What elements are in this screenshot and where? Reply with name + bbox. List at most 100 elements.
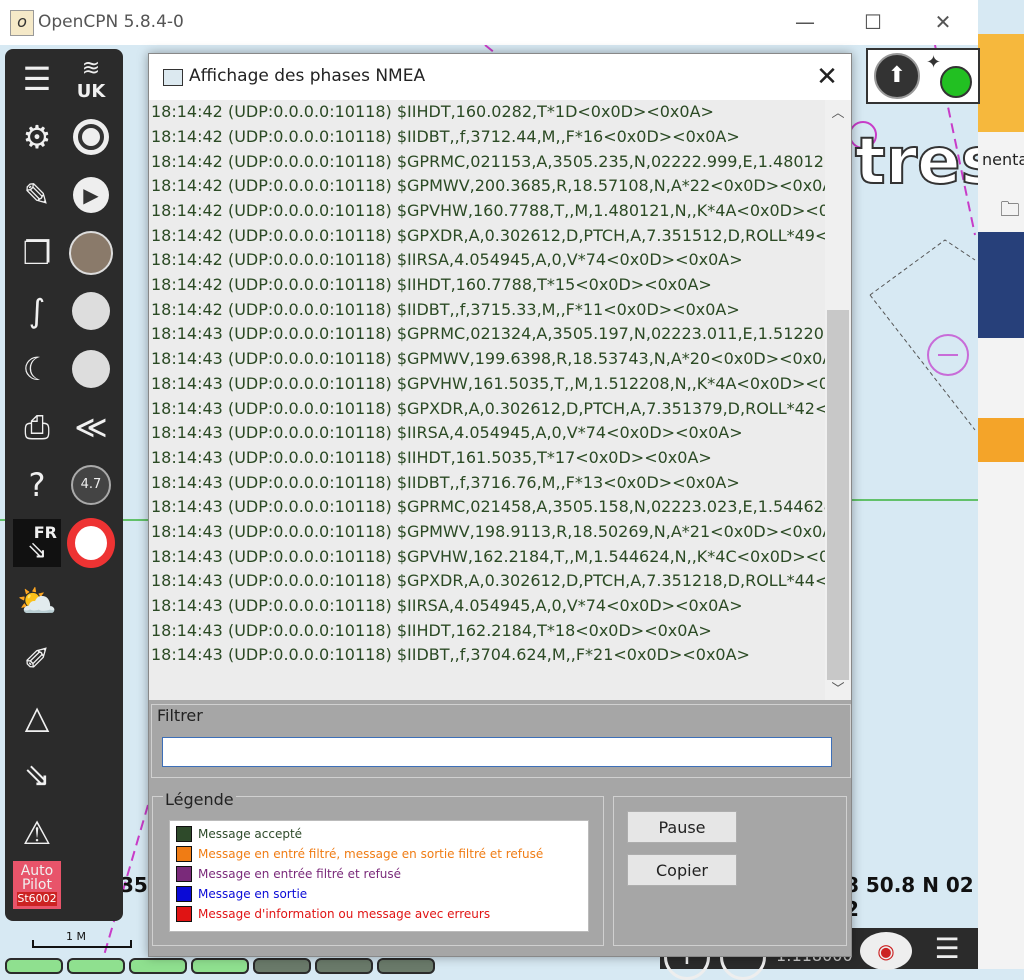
autopilot-label: Auto Pilot: [20, 863, 54, 893]
legend-swatch: [176, 886, 192, 902]
settings-gear-icon[interactable]: ⚙: [13, 113, 61, 161]
log-line: 18:14:43 (UDP:0.0.0.0:10118) $IIDBT,,f,3…: [151, 645, 750, 664]
log-line: 18:14:42 (UDP:0.0.0.0:10118) $IIDBT,,f,3…: [151, 300, 740, 319]
help-icon[interactable]: ?: [13, 461, 61, 509]
chart-group-button[interactable]: [253, 958, 311, 974]
plugin-avatar-icon[interactable]: [67, 229, 115, 277]
uk-chart-icon[interactable]: ≋ UK: [67, 55, 115, 103]
legend-item: Message en entrée filtré et refusé: [176, 865, 401, 883]
lifebuoy-icon[interactable]: [67, 518, 115, 568]
log-line: 18:14:43 (UDP:0.0.0.0:10118) $GPRMC,0213…: [151, 324, 825, 343]
background-partial-text: nenta: [982, 150, 1024, 169]
language-select-icon[interactable]: FR ⇘: [13, 519, 61, 567]
chart-place-label: tres: [854, 124, 978, 200]
legend-text: Message accepté: [198, 827, 303, 841]
chart-group-button[interactable]: [315, 958, 373, 974]
app-title: OpenCPN 5.8.4-0: [38, 12, 184, 32]
close-button[interactable]: ✕: [908, 0, 978, 45]
folder-icon: 🗀: [1000, 197, 1020, 221]
chart-group-button[interactable]: [191, 958, 249, 974]
print-icon[interactable]: ⎙: [13, 403, 61, 451]
log-line: 18:14:42 (UDP:0.0.0.0:10118) $IIHDT,160.…: [151, 275, 712, 294]
main-toolbar: ☰ ≋ UK ⚙ ✎ ▶ ❐ ∫ ☾ ⎙ ≪ ? 4.7 FR ⇘ ⛅ ✐ △ …: [5, 49, 123, 921]
legend-item: Message d'information ou message avec er…: [176, 905, 490, 923]
scrollbar-thumb[interactable]: [827, 310, 849, 680]
nmea-log[interactable]: 18:14:42 (UDP:0.0.0.0:10118) $IIHDT,160.…: [149, 100, 825, 700]
draw-route-icon[interactable]: ✐: [13, 635, 61, 683]
legend-label: Légende: [163, 790, 236, 809]
north-arrow-icon: ⬆: [874, 53, 920, 99]
log-line: 18:14:43 (UDP:0.0.0.0:10118) $GPVHW,162.…: [151, 547, 825, 566]
weather-icon[interactable]: ⛅: [13, 577, 61, 625]
legend-swatch: [176, 826, 192, 842]
log-line: 18:14:43 (UDP:0.0.0.0:10118) $GPVHW,161.…: [151, 374, 825, 393]
nmea-debug-dialog: Affichage des phases NMEA ✕ 18:14:42 (UD…: [148, 53, 852, 957]
chart-group-button[interactable]: [129, 958, 187, 974]
legend-text: Message en entré filtré, message en sort…: [198, 847, 544, 861]
log-line: 18:14:43 (UDP:0.0.0.0:10118) $IIRSA,4.05…: [151, 423, 743, 442]
legend-item: Message accepté: [176, 825, 302, 843]
log-scrollbar[interactable]: ︿ ﹀: [825, 100, 851, 700]
log-line: 18:14:43 (UDP:0.0.0.0:10118) $GPXDR,A,0.…: [151, 571, 825, 590]
warning-icon[interactable]: ⚠: [13, 809, 61, 857]
chart-group-button[interactable]: [5, 958, 63, 974]
track-icon[interactable]: ∫: [13, 287, 61, 335]
copy-button[interactable]: Copier: [627, 854, 737, 886]
legend-text: Message en sortie: [198, 887, 308, 901]
compass-rose-icon[interactable]: ◉: [860, 932, 912, 970]
window-icon: [163, 69, 183, 86]
cursor-coordinates: 8 50.8 N 02 2: [845, 873, 974, 921]
gps-status-icon: [940, 66, 972, 98]
legend-swatch: [176, 906, 192, 922]
legend-swatch: [176, 866, 192, 882]
log-line: 18:14:43 (UDP:0.0.0.0:10118) $IIHDT,162.…: [151, 621, 712, 640]
legend-swatch: [176, 846, 192, 862]
filter-input[interactable]: [162, 737, 832, 767]
scroll-down-icon[interactable]: ﹀: [825, 678, 851, 698]
log-line: 18:14:42 (UDP:0.0.0.0:10118) $GPVHW,160.…: [151, 201, 825, 220]
log-line: 18:14:42 (UDP:0.0.0.0:10118) $IIRSA,4.05…: [151, 250, 743, 269]
scale-bar: [32, 940, 132, 948]
gauge-icon[interactable]: [67, 345, 115, 393]
log-line: 18:14:42 (UDP:0.0.0.0:10118) $IIHDT,160.…: [151, 102, 714, 121]
log-line: 18:14:43 (UDP:0.0.0.0:10118) $GPMWV,198.…: [151, 522, 825, 541]
globe-icon[interactable]: [67, 287, 115, 335]
minimize-button[interactable]: —: [770, 0, 840, 45]
moon-star-icon[interactable]: ☾: [13, 345, 61, 393]
autopilot-icon[interactable]: Auto Pilot St6002: [13, 861, 61, 909]
scroll-up-icon[interactable]: ︿: [825, 102, 851, 122]
pause-button[interactable]: Pause: [627, 811, 737, 843]
route-edit-icon[interactable]: ✎: [13, 171, 61, 219]
log-line: 18:14:42 (UDP:0.0.0.0:10118) $GPMWV,200.…: [151, 176, 825, 195]
dialog-close-button[interactable]: ✕: [807, 58, 847, 96]
background-yellow-panel: [978, 34, 1024, 132]
log-line: 18:14:43 (UDP:0.0.0.0:10118) $GPMWV,199.…: [151, 349, 825, 368]
background-navy-panel: [978, 232, 1024, 338]
log-line: 18:14:43 (UDP:0.0.0.0:10118) $GPRMC,0214…: [151, 497, 825, 516]
flag-label: UK: [76, 81, 106, 102]
record-icon[interactable]: [67, 113, 115, 161]
log-line: 18:14:42 (UDP:0.0.0.0:10118) $IIDBT,,f,3…: [151, 127, 740, 146]
chart-group-button[interactable]: [377, 958, 435, 974]
log-line: 18:14:43 (UDP:0.0.0.0:10118) $GPXDR,A,0.…: [151, 399, 825, 418]
tides-icon[interactable]: ≪: [67, 403, 115, 451]
log-line: 18:14:42 (UDP:0.0.0.0:10118) $GPRMC,0211…: [151, 152, 825, 171]
direction-arrow-icon[interactable]: ⇘: [13, 751, 61, 799]
maximize-button[interactable]: ☐: [838, 0, 908, 45]
chart-group-button[interactable]: [67, 958, 125, 974]
compass-widget[interactable]: ⬆ ✦: [866, 48, 980, 104]
hamburger-menu-icon[interactable]: ☰: [13, 55, 61, 103]
play-icon[interactable]: ▶: [67, 171, 115, 219]
waypoint-triangle-icon[interactable]: △: [13, 693, 61, 741]
document-icon[interactable]: ❐: [13, 229, 61, 277]
autopilot-sub: St6002: [17, 892, 57, 906]
background-orange-panel: [978, 418, 1024, 462]
log-line: 18:14:43 (UDP:0.0.0.0:10118) $IIHDT,161.…: [151, 448, 712, 467]
menu-icon[interactable]: ☰: [922, 930, 972, 968]
log-line: 18:14:42 (UDP:0.0.0.0:10118) $GPXDR,A,0.…: [151, 226, 825, 245]
log-line: 18:14:43 (UDP:0.0.0.0:10118) $IIRSA,4.05…: [151, 596, 743, 615]
compass-badge-icon[interactable]: 4.7: [67, 461, 115, 509]
background-window: [978, 34, 1024, 969]
chart-depth-number: 35: [120, 873, 148, 897]
dialog-title: Affichage des phases NMEA: [189, 66, 426, 86]
